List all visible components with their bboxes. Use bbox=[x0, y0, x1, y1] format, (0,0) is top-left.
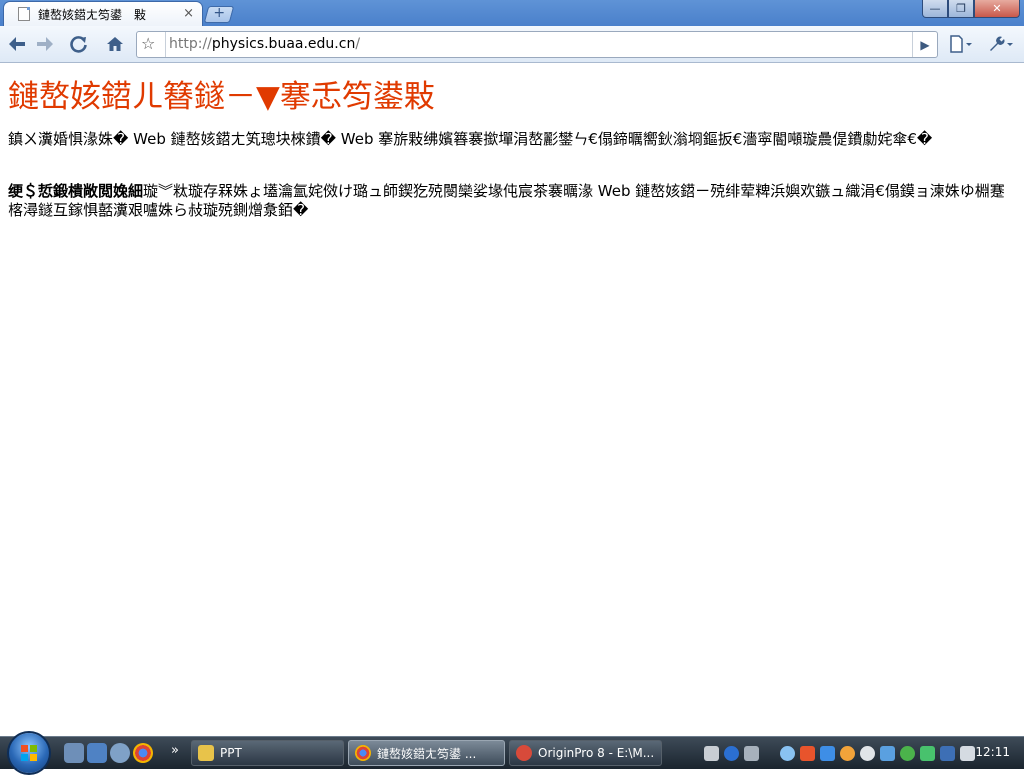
chrome-icon bbox=[355, 745, 371, 761]
taskbar-item-label: 鏈嶅姟鍣ㄤ笉鍙 ... bbox=[377, 746, 477, 761]
window-controls: — ❐ ✕ bbox=[922, 0, 1020, 18]
taskbar: » PPT 鏈嶅姟鍣ㄤ笉鍙 ... OriginPro 8 - E:\M... … bbox=[0, 733, 1024, 773]
page-favicon-icon bbox=[18, 7, 30, 21]
close-window-button[interactable]: ✕ bbox=[974, 0, 1020, 18]
origin-icon bbox=[516, 745, 532, 761]
tray-app-icon-5[interactable] bbox=[900, 745, 915, 761]
page-content: 鏈嶅姟鍣ㄦ簮鐩－▼搴忎笉鍙敤 鎮ㄨ瀵婚惧湪姝� Web 鏈嶅姟鍣ㄤ笂璁块棶鐨� … bbox=[0, 63, 1024, 736]
taskbar-item-chrome[interactable]: 鏈嶅姟鍣ㄤ笉鍙 ... bbox=[348, 740, 505, 766]
folder-icon bbox=[198, 745, 214, 761]
taskbar-item-ppt[interactable]: PPT bbox=[191, 740, 344, 766]
network-icon[interactable] bbox=[940, 745, 955, 761]
url-path: / bbox=[355, 36, 361, 52]
taskbar-item-label: PPT bbox=[220, 746, 242, 760]
admin-note: 绠＄悊鍛樻敞閲婏細璇︾粏璇存槑姝ょ壒瀹氳姹傚け璐ュ師鍥犵殑閿欒娑堟伅宸茶褰曞湪 … bbox=[8, 182, 1012, 220]
page-menu-button[interactable] bbox=[946, 32, 976, 56]
shield-icon[interactable] bbox=[920, 745, 935, 761]
chat-icon[interactable] bbox=[860, 745, 875, 761]
reload-button[interactable] bbox=[66, 32, 92, 56]
forward-arrow-icon bbox=[37, 37, 53, 51]
browser-toolbar: ☆ http://physics.buaa.edu.cn/ ▶ bbox=[0, 26, 1024, 63]
back-button[interactable] bbox=[6, 32, 28, 56]
wrench-icon bbox=[990, 36, 1013, 51]
url-host: physics.buaa.edu.cn bbox=[211, 36, 356, 52]
tray-app-icon-3[interactable] bbox=[820, 745, 835, 761]
tray-app-icon-4[interactable] bbox=[840, 745, 855, 761]
minimize-button[interactable]: — bbox=[922, 0, 948, 18]
chrome-quicklaunch-icon[interactable] bbox=[133, 743, 153, 763]
url-scheme: http:// bbox=[169, 36, 212, 52]
tab-close-icon[interactable]: × bbox=[183, 7, 194, 20]
users-icon[interactable] bbox=[880, 745, 895, 761]
tray-app-icon-2[interactable] bbox=[800, 745, 815, 761]
taskbar-item-label: OriginPro 8 - E:\M... bbox=[538, 746, 655, 760]
omnibox-separator bbox=[165, 32, 166, 57]
maximize-button[interactable]: ❐ bbox=[948, 0, 974, 18]
tab-title: 鏈嶅姟鍣ㄤ笉鍙 敤 bbox=[38, 7, 147, 22]
url-text[interactable]: http://physics.buaa.edu.cn/ bbox=[169, 36, 360, 52]
plus-icon: + bbox=[213, 5, 226, 21]
clock[interactable]: 12:11 bbox=[975, 745, 1010, 759]
error-heading: 鏈嶅姟鍣ㄦ簮鐩－▼搴忎笉鍙敤 bbox=[8, 79, 435, 115]
volume-icon[interactable] bbox=[960, 745, 975, 761]
page-menu-icon bbox=[950, 35, 972, 53]
bookmark-star-icon[interactable]: ☆ bbox=[141, 34, 155, 53]
taskbar-item-origin[interactable]: OriginPro 8 - E:\M... bbox=[509, 740, 662, 766]
go-button-icon[interactable]: ▶ bbox=[912, 32, 937, 57]
tab-strip: 鏈嶅姟鍣ㄤ笉鍙 敤 × + — ❐ ✕ bbox=[0, 0, 1024, 26]
home-icon bbox=[107, 37, 123, 51]
start-button[interactable] bbox=[9, 733, 49, 773]
admin-note-text: 璇︾粏璇存槑姝ょ壒瀹氳姹傚け璐ュ師鍥犵殑閿欒娑堟伅宸茶褰曞湪 Web 鏈嶅姟鍣ㄧ… bbox=[8, 182, 1005, 219]
tray-app-icon-1[interactable] bbox=[780, 745, 795, 761]
quicklaunch-more-icon[interactable]: » bbox=[171, 743, 179, 758]
help-icon[interactable] bbox=[724, 745, 739, 761]
windows-logo-icon bbox=[21, 745, 37, 761]
tab-active[interactable]: 鏈嶅姟鍣ㄤ笉鍙 敤 × bbox=[4, 2, 202, 26]
show-desktop-icon[interactable] bbox=[64, 743, 84, 763]
reload-icon bbox=[70, 36, 87, 53]
admin-note-label: 绠＄悊鍛樻敞閲婏細 bbox=[8, 182, 144, 200]
forward-button[interactable] bbox=[34, 32, 56, 56]
error-message: 鎮ㄨ瀵婚惧湪姝� Web 鏈嶅姟鍣ㄤ笂璁块棶鐨� Web 搴旂敤绋嬪簭褰撳墠涓嶅… bbox=[8, 130, 933, 148]
home-button[interactable] bbox=[102, 32, 128, 56]
language-bar-icon[interactable] bbox=[744, 745, 759, 761]
ie-quicklaunch-icon[interactable] bbox=[110, 743, 130, 763]
back-arrow-icon bbox=[9, 37, 25, 51]
tools-menu-button[interactable] bbox=[984, 32, 1016, 56]
keyboard-icon[interactable] bbox=[704, 745, 719, 761]
new-tab-button[interactable]: + bbox=[203, 5, 235, 23]
switch-windows-icon[interactable] bbox=[87, 743, 107, 763]
address-bar[interactable]: ☆ http://physics.buaa.edu.cn/ ▶ bbox=[136, 31, 938, 58]
